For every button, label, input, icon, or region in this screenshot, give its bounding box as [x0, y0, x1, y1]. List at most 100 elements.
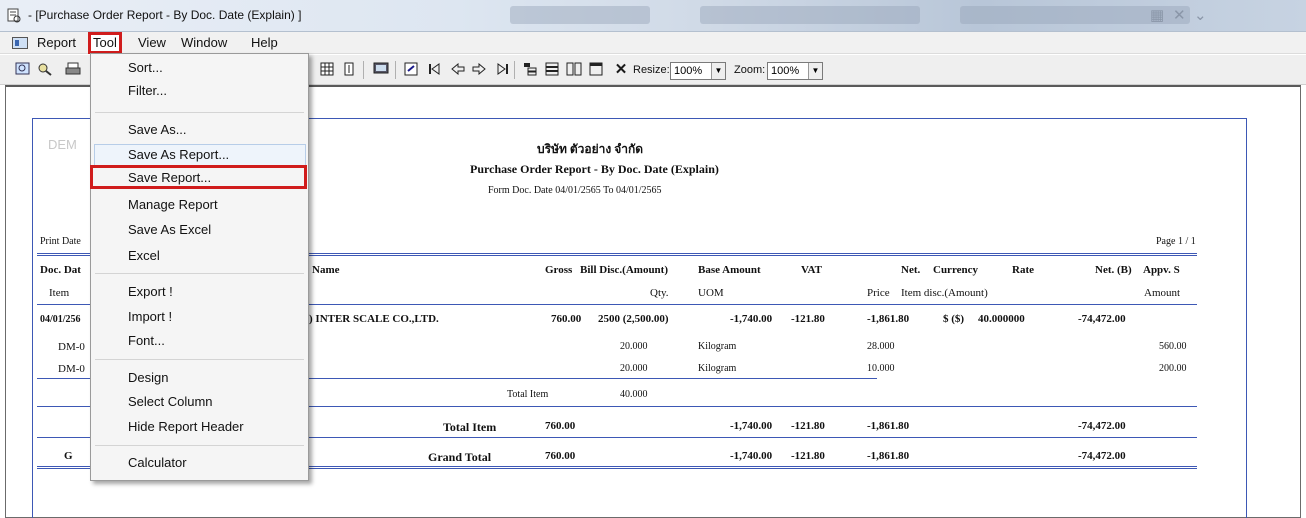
- application-window: - [Purchase Order Report - By Doc. Date …: [0, 0, 1306, 518]
- doc-currency: $ ($): [943, 313, 965, 325]
- col-item: Item: [49, 287, 70, 299]
- menu-item-save-as-excel[interactable]: Save As Excel: [128, 219, 211, 241]
- chevron-down-icon: ▼: [808, 63, 822, 79]
- total-item-qty: 40.000: [620, 389, 648, 400]
- doc-vat: -121.80: [791, 313, 825, 325]
- item-price: 10.000: [867, 363, 895, 374]
- app-icon: [7, 8, 21, 23]
- col-currency: Currency: [933, 264, 979, 276]
- page-setup-icon[interactable]: [340, 60, 358, 78]
- menu-separator: [95, 273, 304, 274]
- print-icon[interactable]: [58, 60, 88, 78]
- total-item-label: Total Item: [507, 389, 549, 400]
- window-title: - [Purchase Order Report - By Doc. Date …: [28, 8, 302, 22]
- resize-select[interactable]: 100% ▼: [670, 62, 726, 80]
- grand-net: -1,861.80: [867, 450, 910, 462]
- grand-prefix: G: [64, 450, 73, 462]
- chevron-down-icon[interactable]: ⌄: [1194, 6, 1207, 24]
- rows-icon[interactable]: [543, 60, 561, 78]
- watermark: DEM: [48, 137, 77, 152]
- menu-item-font[interactable]: Font...: [128, 330, 165, 352]
- doc-net-b: -74,472.00: [1078, 313, 1126, 325]
- columns-icon[interactable]: [565, 60, 583, 78]
- doc-net: -1,861.80: [867, 313, 910, 325]
- col-item-disc: Item disc.(Amount): [901, 287, 988, 299]
- preview-icon[interactable]: [14, 60, 32, 78]
- window-icon[interactable]: [587, 60, 605, 78]
- monitor-icon[interactable]: [372, 60, 390, 78]
- menu-item-excel[interactable]: Excel: [128, 245, 160, 267]
- item-uom: Kilogram: [698, 363, 737, 374]
- first-page-icon[interactable]: [427, 60, 445, 78]
- close-icon[interactable]: ✕: [1173, 6, 1186, 24]
- menu-item-sort[interactable]: Sort...: [128, 57, 163, 79]
- menu-item-calculator[interactable]: Calculator: [128, 452, 187, 474]
- restore-icon[interactable]: ▦: [1150, 6, 1164, 24]
- col-net: Net.: [901, 264, 921, 276]
- menu-bar: Report Tool View Window Help: [0, 32, 1306, 54]
- tool-menu: Sort... Filter... Save As... Save As Rep…: [90, 53, 309, 481]
- doc-rate: 40.000000: [978, 313, 1025, 325]
- blurred-tab: [510, 6, 650, 24]
- zoom-select[interactable]: 100% ▼: [767, 62, 823, 80]
- menu-report[interactable]: Report: [37, 35, 76, 50]
- chevron-down-icon: ▼: [711, 63, 725, 79]
- menu-item-import[interactable]: Import !: [128, 306, 172, 328]
- grid-icon[interactable]: [318, 60, 336, 78]
- menu-separator: [95, 112, 304, 113]
- menu-item-save-as[interactable]: Save As...: [128, 119, 187, 141]
- save-report-highlight: [90, 165, 307, 189]
- menu-item-save-as-report[interactable]: Save As Report...: [128, 144, 229, 166]
- next-page-icon[interactable]: [470, 60, 488, 78]
- item-uom: Kilogram: [698, 341, 737, 352]
- page-number: Page 1 / 1: [1156, 236, 1196, 247]
- zoom-label: Zoom:: [734, 64, 766, 76]
- col-net-b: Net. (B): [1095, 264, 1132, 276]
- supplier-name: ) INTER SCALE CO.,LTD.: [309, 313, 439, 325]
- item-code: DM-0: [58, 363, 85, 375]
- grand-base: -1,740.00: [730, 450, 773, 462]
- menu-item-select-column[interactable]: Select Column: [128, 391, 213, 413]
- grand-total-label: Grand Total: [428, 450, 492, 464]
- col-base-amount: Base Amount: [698, 264, 761, 276]
- resize-label: Resize:: [633, 64, 670, 76]
- prev-page-icon[interactable]: [449, 60, 467, 78]
- item-qty: 20.000: [620, 363, 648, 374]
- menu-window[interactable]: Window: [181, 35, 227, 50]
- menu-separator: [95, 359, 304, 360]
- menu-item-design[interactable]: Design: [128, 367, 168, 389]
- col-doc-date: Doc. Dat: [40, 264, 81, 276]
- toolbar-separator: [395, 61, 396, 79]
- subtotal-net-b: -74,472.00: [1078, 420, 1126, 432]
- subtotal-net: -1,861.80: [867, 420, 910, 432]
- doc-base: -1,740.00: [730, 313, 773, 325]
- subtotal-base: -1,740.00: [730, 420, 773, 432]
- report-title: Purchase Order Report - By Doc. Date (Ex…: [470, 162, 719, 176]
- find-icon[interactable]: [36, 60, 54, 78]
- menu-item-export[interactable]: Export !: [128, 281, 173, 303]
- doc-date: 04/01/256: [40, 314, 81, 325]
- menu-help[interactable]: Help: [251, 35, 278, 50]
- close-report-icon[interactable]: ✕: [612, 60, 630, 78]
- refresh-icon[interactable]: [402, 60, 420, 78]
- toolbar-separator: [363, 61, 364, 79]
- grand-gross: 760.00: [545, 450, 576, 462]
- menu-item-hide-report-header[interactable]: Hide Report Header: [128, 416, 244, 438]
- item-amount: 560.00: [1159, 341, 1187, 352]
- report-window-icon[interactable]: [12, 37, 28, 49]
- menu-tool[interactable]: Tool: [88, 32, 122, 54]
- menu-item-manage-report[interactable]: Manage Report: [128, 194, 218, 216]
- menu-item-filter[interactable]: Filter...: [128, 80, 167, 102]
- item-qty: 20.000: [620, 341, 648, 352]
- col-bill-disc: Bill Disc.(Amount): [580, 264, 668, 276]
- menu-view[interactable]: View: [138, 35, 166, 50]
- date-range: Form Doc. Date 04/01/2565 To 04/01/2565: [488, 185, 662, 196]
- item-code: DM-0: [58, 341, 85, 353]
- company-name: บริษัท ตัวอย่าง จำกัด: [537, 142, 644, 156]
- title-bar: - [Purchase Order Report - By Doc. Date …: [0, 0, 1306, 32]
- col-appv: Appv. S: [1143, 264, 1180, 276]
- tree-icon[interactable]: [521, 60, 539, 78]
- zoom-value: 100%: [771, 65, 800, 77]
- subtotal-gross: 760.00: [545, 420, 576, 432]
- last-page-icon[interactable]: [492, 60, 510, 78]
